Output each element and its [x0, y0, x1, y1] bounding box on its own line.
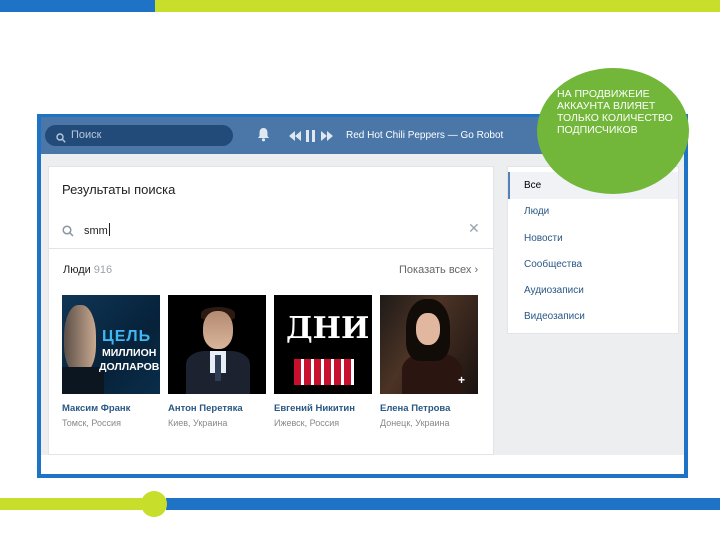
text-caret: [108, 223, 110, 236]
search-results-panel: Результаты поиска smm ✕ Люди 916 Показать…: [48, 166, 494, 455]
header-search-input[interactable]: Поиск: [45, 125, 233, 146]
search-icon: [62, 224, 74, 242]
show-all-label: Показать всех: [399, 264, 472, 276]
person-card[interactable]: Антон Перетяка Киев, Украина: [168, 295, 266, 428]
person-name[interactable]: Евгений Никитин: [274, 403, 372, 414]
person-location: Киев, Украина: [168, 418, 228, 428]
person-name[interactable]: Максим Франк: [62, 403, 160, 414]
search-icon: [56, 130, 66, 148]
person-location: Донецк, Украина: [380, 418, 450, 428]
page-title: Результаты поиска: [62, 182, 176, 197]
player-controls: [289, 129, 335, 147]
person-avatar[interactable]: ЦЕЛЬ МИЛЛИОН ДОЛЛАРОВ: [62, 295, 160, 394]
person-avatar[interactable]: ДНИ: [274, 295, 372, 394]
people-section-header: Люди 916: [63, 264, 112, 276]
person-location: Ижевск, Россия: [274, 418, 340, 428]
filter-item-people[interactable]: Люди: [524, 206, 549, 217]
avatar-caption: ДНИ: [286, 311, 370, 346]
avatar-shirt: [62, 367, 104, 394]
next-track-icon[interactable]: [321, 131, 333, 141]
divider: [49, 248, 493, 249]
avatar-caption: ДОЛЛАРОВ: [99, 361, 160, 373]
person-name[interactable]: Елена Петрова: [380, 403, 478, 414]
person-location: Томск, Россия: [62, 418, 121, 428]
avatar-tie: [215, 355, 221, 381]
avatar-face: [203, 311, 233, 349]
filter-item-communities[interactable]: Сообщества: [524, 259, 582, 270]
avatar-caption: ЦЕЛЬ: [102, 328, 152, 345]
pause-icon[interactable]: [306, 130, 315, 142]
people-count: 916: [93, 264, 113, 276]
frame-inner-bottom: [41, 455, 684, 474]
person-card[interactable]: ДНИ Евгений Никитин Ижевск, Россия: [274, 295, 372, 428]
avatar-ornament: [294, 359, 354, 385]
prev-track-icon[interactable]: [289, 131, 301, 141]
top-decor-bar-blue: [0, 0, 155, 12]
bottom-decor-circle: [141, 491, 167, 517]
filter-item-video[interactable]: Видеозаписи: [524, 311, 585, 322]
callout-text: НА ПРОДВИЖЕИЕ АККАУНТА ВЛИЯЕТ ТОЛЬКО КОЛ…: [557, 88, 673, 136]
now-playing-track[interactable]: Red Hot Chili Peppers — Go Robot: [346, 130, 503, 141]
filter-item-news[interactable]: Новости: [524, 233, 563, 244]
clear-search-icon[interactable]: ✕: [468, 220, 480, 237]
filter-item-all[interactable]: Все: [524, 180, 541, 191]
search-query-value: smm: [84, 225, 108, 237]
search-query-input[interactable]: smm: [84, 223, 110, 237]
avatar-face: [64, 305, 96, 373]
chevron-right-icon: ›: [474, 264, 479, 276]
avatar-face: [416, 313, 440, 345]
filter-item-audio[interactable]: Аудиозаписи: [524, 285, 584, 296]
person-card[interactable]: + Елена Петрова Донецк, Украина: [380, 295, 478, 428]
person-avatar[interactable]: [168, 295, 266, 394]
person-name[interactable]: Антон Перетяка: [168, 403, 266, 414]
bottom-decor-bar-green: [0, 498, 152, 510]
people-label: Люди: [63, 264, 91, 276]
person-avatar[interactable]: +: [380, 295, 478, 394]
top-decor-bar-green: [155, 0, 720, 12]
header-search-placeholder: Поиск: [71, 129, 102, 141]
show-all-link[interactable]: Показать всех ›: [399, 264, 478, 276]
avatar-caption: МИЛЛИОН: [102, 347, 157, 359]
bottom-decor-bar-blue: [166, 498, 720, 510]
bell-icon[interactable]: [257, 127, 270, 147]
person-card[interactable]: ЦЕЛЬ МИЛЛИОН ДОЛЛАРОВ Максим Франк Томск…: [62, 295, 160, 428]
add-friend-icon[interactable]: +: [458, 373, 465, 387]
